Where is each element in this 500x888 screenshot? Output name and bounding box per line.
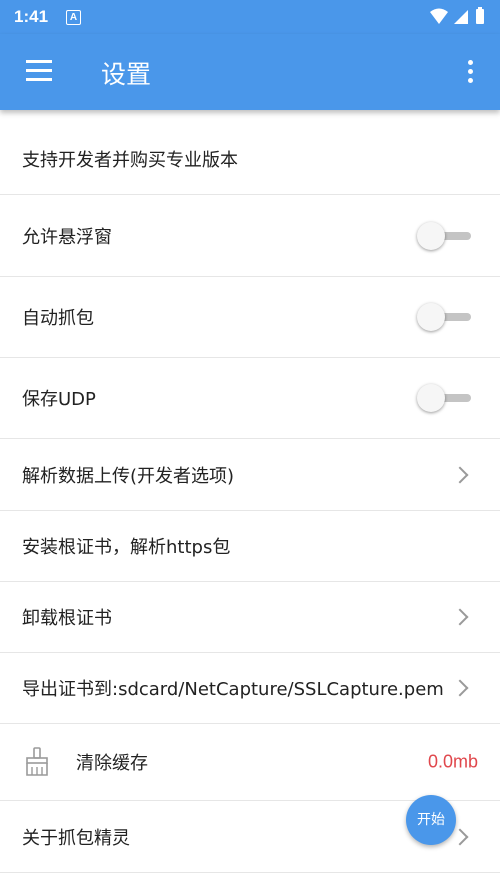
chevron-right-icon xyxy=(451,466,469,483)
status-time: 1:41 xyxy=(14,7,49,26)
floating-window-label: 允许悬浮窗 xyxy=(22,226,112,248)
parse-upload-label: 解析数据上传(开发者选项) xyxy=(22,465,235,487)
app-bar: 设置 xyxy=(0,34,500,110)
more-options-icon[interactable] xyxy=(468,60,474,87)
broom-icon xyxy=(26,747,48,776)
export-cert-item[interactable]: 导出证书到:sdcard/NetCapture/SSLCapture.pem xyxy=(0,653,500,724)
clear-cache-label: 清除缓存 xyxy=(76,753,148,774)
notification-icon: A xyxy=(66,10,81,25)
floating-window-item[interactable]: 允许悬浮窗 xyxy=(0,195,500,277)
uninstall-cert-item[interactable]: 卸载根证书 xyxy=(0,582,500,653)
export-cert-label: 导出证书到:sdcard/NetCapture/SSLCapture.pem xyxy=(22,679,444,700)
settings-list: 支持开发者并购买专业版本 允许悬浮窗 自动抓包 保存UDP 解析数据上传(开发者… xyxy=(0,124,500,873)
install-cert-item[interactable]: 安装根证书，解析https包 xyxy=(0,511,500,582)
chevron-right-icon xyxy=(451,608,469,626)
menu-icon[interactable] xyxy=(26,60,52,82)
save-udp-item[interactable]: 保存UDP xyxy=(0,358,500,439)
parse-upload-item[interactable]: 解析数据上传(开发者选项) xyxy=(0,439,500,511)
auto-capture-item[interactable]: 自动抓包 xyxy=(0,277,500,358)
chevron-right-icon xyxy=(451,679,469,697)
signal-icon xyxy=(454,10,468,24)
battery-icon xyxy=(476,9,484,24)
about-label: 关于抓包精灵 xyxy=(22,827,130,849)
floating-window-toggle[interactable] xyxy=(417,221,471,250)
clear-cache-item[interactable]: 清除缓存 0.0mb xyxy=(0,724,500,801)
support-pro-label: 支持开发者并购买专业版本 xyxy=(22,150,238,171)
auto-capture-label: 自动抓包 xyxy=(22,308,94,329)
save-udp-label: 保存UDP xyxy=(22,389,96,410)
start-capture-button[interactable]: 开始 xyxy=(406,795,456,845)
status-icons xyxy=(430,7,484,24)
auto-capture-toggle[interactable] xyxy=(417,303,471,331)
page-title: 设置 xyxy=(101,60,152,89)
uninstall-cert-label: 卸载根证书 xyxy=(22,608,112,629)
support-pro-item[interactable]: 支持开发者并购买专业版本 xyxy=(0,124,500,195)
install-cert-label: 安装根证书，解析https包 xyxy=(22,537,231,558)
cache-size-value: 0.0mb xyxy=(427,751,478,772)
chevron-right-icon xyxy=(451,828,469,845)
save-udp-toggle[interactable] xyxy=(417,384,471,412)
status-bar: 1:41 A xyxy=(0,0,500,34)
wifi-icon xyxy=(430,8,448,24)
